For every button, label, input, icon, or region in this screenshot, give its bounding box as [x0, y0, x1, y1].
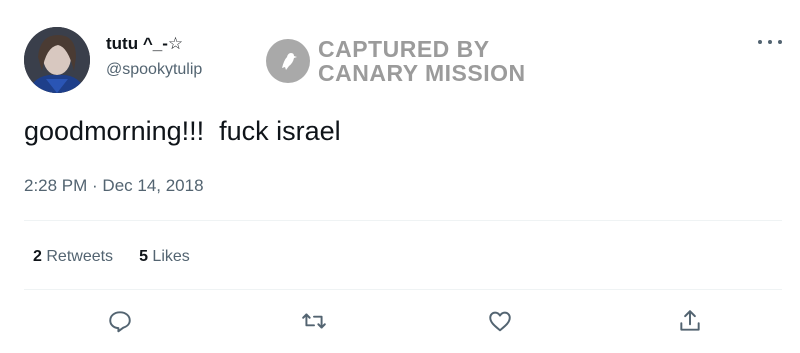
divider — [24, 220, 782, 221]
tweet-stats: 2 Retweets 5 Likes — [33, 248, 190, 266]
reply-icon — [109, 311, 131, 333]
more-options-icon[interactable] — [758, 34, 782, 50]
watermark-text: CAPTURED BY CANARY MISSION — [318, 37, 526, 85]
likes-count: 5 — [139, 248, 148, 265]
tweet-card: tutu ^_-☆ @spookytulip CAPTURED BY CANAR… — [0, 0, 800, 353]
watermark-line2: CANARY MISSION — [318, 60, 526, 86]
avatar[interactable] — [24, 27, 90, 93]
share-button[interactable] — [675, 306, 705, 336]
action-bar — [0, 306, 800, 336]
retweets-label: Retweets — [46, 248, 114, 265]
display-name[interactable]: tutu ^_-☆ — [106, 34, 183, 54]
divider — [24, 289, 782, 290]
like-button[interactable] — [485, 306, 515, 336]
watermark: CAPTURED BY CANARY MISSION — [266, 37, 526, 85]
retweets-count: 2 — [33, 248, 42, 265]
watermark-line1: CAPTURED BY — [318, 36, 490, 62]
likes-stat[interactable]: 5 Likes — [139, 248, 190, 266]
tweet-text: goodmorning!!! fuck israel — [24, 116, 341, 146]
user-handle[interactable]: @spookytulip — [106, 61, 202, 79]
retweet-button[interactable] — [299, 306, 329, 336]
reply-button[interactable] — [105, 306, 135, 336]
canary-logo-icon — [266, 39, 310, 83]
share-icon — [680, 310, 700, 331]
retweet-icon — [302, 313, 326, 329]
retweets-stat[interactable]: 2 Retweets — [33, 248, 113, 266]
avatar-image — [24, 27, 90, 93]
likes-label: Likes — [152, 248, 190, 265]
like-icon — [489, 311, 511, 332]
timestamp[interactable]: 2:28 PM · Dec 14, 2018 — [24, 176, 204, 196]
